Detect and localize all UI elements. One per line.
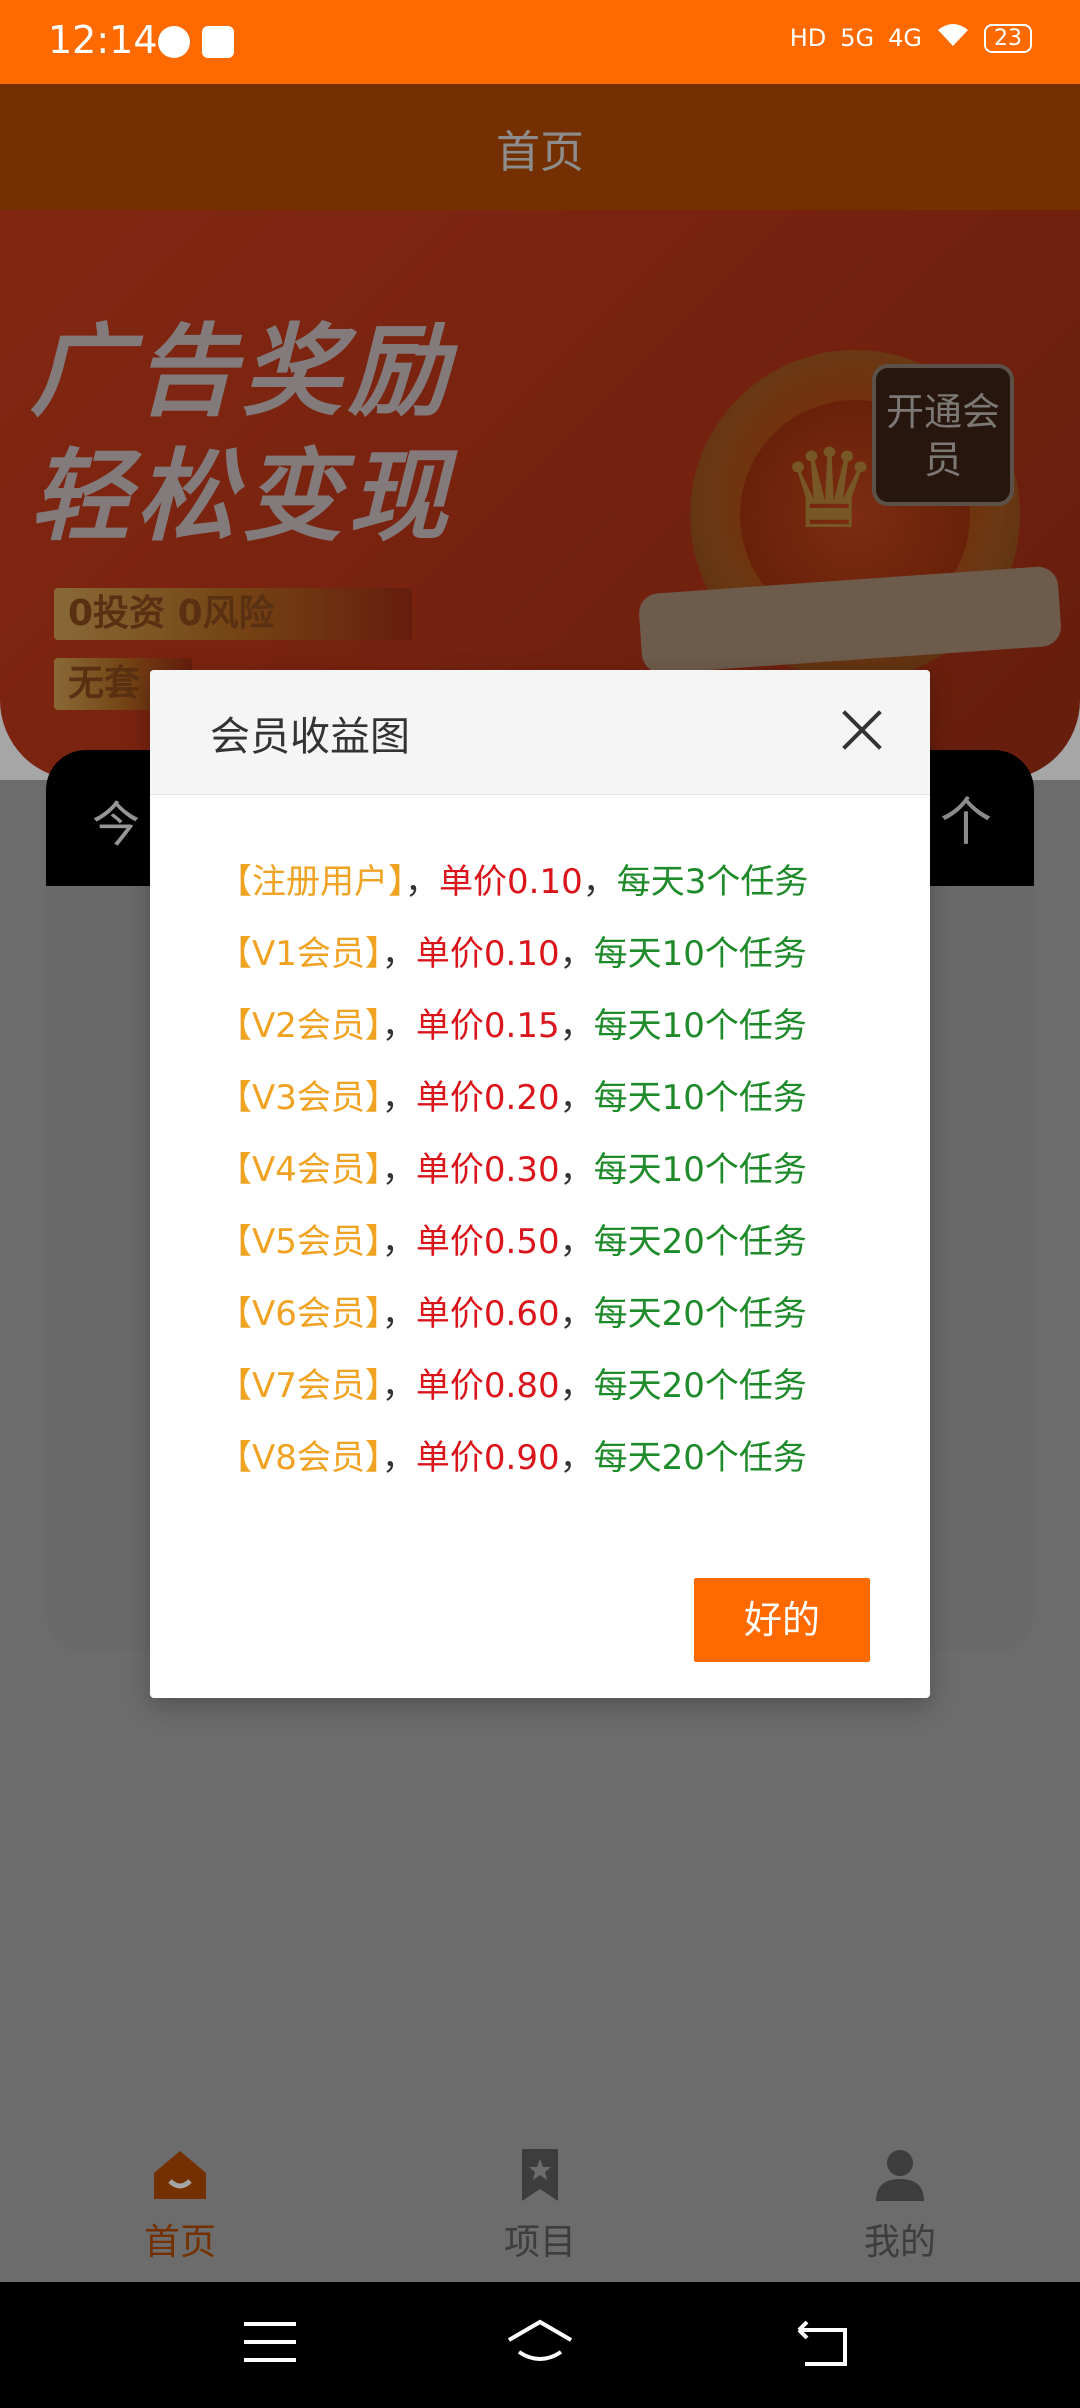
- system-nav-bar: [0, 2282, 1080, 2408]
- separator: ，: [381, 1294, 416, 1334]
- back-icon[interactable]: [795, 2320, 855, 2370]
- daily-tasks: 每天3个任务: [616, 862, 809, 902]
- status-bar: 12:14 HD 5G 4G 23: [0, 0, 1080, 84]
- separator: ，: [381, 1150, 416, 1190]
- unit-price: 单价0.20: [415, 1078, 560, 1118]
- battery-icon: 23: [984, 23, 1032, 53]
- separator: ，: [381, 1366, 416, 1406]
- daily-tasks: 每天10个任务: [593, 1078, 807, 1118]
- member-level: 【注册用户】: [218, 862, 405, 902]
- separator: ，: [381, 934, 416, 974]
- unit-price: 单价0.15: [415, 1006, 560, 1046]
- unit-price: 单价0.10: [415, 934, 560, 974]
- separator: ，: [559, 1294, 594, 1334]
- separator: ，: [381, 1006, 416, 1046]
- separator: ，: [559, 1150, 594, 1190]
- separator: ，: [381, 1438, 416, 1478]
- ok-button[interactable]: 好的: [694, 1578, 870, 1662]
- mail-icon: [202, 26, 234, 58]
- member-level: 【V1会员】: [218, 934, 382, 974]
- daily-tasks: 每天10个任务: [593, 1006, 807, 1046]
- separator: ，: [559, 934, 594, 974]
- member-level: 【V5会员】: [218, 1222, 382, 1262]
- status-time: 12:14: [48, 18, 158, 62]
- unit-price: 单价0.80: [415, 1366, 560, 1406]
- wifi-icon: [936, 22, 970, 54]
- hd-icon: HD: [789, 24, 827, 52]
- daily-tasks: 每天20个任务: [593, 1294, 807, 1334]
- member-level: 【V3会员】: [218, 1078, 382, 1118]
- unit-price: 单价0.60: [415, 1294, 560, 1334]
- unit-price: 单价0.90: [415, 1438, 560, 1478]
- member-level: 【V4会员】: [218, 1150, 382, 1190]
- daily-tasks: 每天10个任务: [593, 934, 807, 974]
- member-level: 【V2会员】: [218, 1006, 382, 1046]
- unit-price: 单价0.30: [415, 1150, 560, 1190]
- member-level: 【V7会员】: [218, 1366, 382, 1406]
- separator: ，: [559, 1438, 594, 1478]
- separator: ，: [559, 1078, 594, 1118]
- separator: ，: [381, 1078, 416, 1118]
- separator: ，: [559, 1366, 594, 1406]
- separator: ，: [405, 862, 439, 902]
- menu-icon[interactable]: [244, 2322, 296, 2366]
- earnings-row: 【V3会员】，单价0.20，每天10个任务: [218, 1072, 898, 1144]
- status-indicators: HD 5G 4G 23: [790, 22, 1032, 54]
- signal-5g-icon: 5G: [840, 24, 875, 52]
- earnings-list: 【注册用户】，单价0.10，每天3个任务 【V1会员】，单价0.10，每天10个…: [218, 856, 898, 1504]
- daily-tasks: 每天20个任务: [593, 1438, 807, 1478]
- earnings-row: 【V4会员】，单价0.30，每天10个任务: [218, 1144, 898, 1216]
- home-outline-icon[interactable]: [505, 2318, 575, 2368]
- member-level: 【V6会员】: [218, 1294, 382, 1334]
- earnings-row: 【V6会员】，单价0.60，每天20个任务: [218, 1288, 898, 1360]
- earnings-row: 【V2会员】，单价0.15，每天10个任务: [218, 1000, 898, 1072]
- membership-earnings-dialog: 会员收益图 【注册用户】，单价0.10，每天3个任务 【V1会员】，单价0.10…: [150, 670, 930, 1698]
- daily-tasks: 每天10个任务: [593, 1150, 807, 1190]
- separator: ，: [582, 862, 617, 902]
- separator: ，: [381, 1222, 416, 1262]
- unit-price: 单价0.50: [415, 1222, 560, 1262]
- earnings-row: 【V1会员】，单价0.10，每天10个任务: [218, 928, 898, 1000]
- earnings-row: 【V5会员】，单价0.50，每天20个任务: [218, 1216, 898, 1288]
- daily-tasks: 每天20个任务: [593, 1222, 807, 1262]
- separator: ，: [559, 1222, 594, 1262]
- dialog-title: 会员收益图: [210, 714, 410, 760]
- member-level: 【V8会员】: [218, 1438, 382, 1478]
- daily-tasks: 每天20个任务: [593, 1366, 807, 1406]
- earnings-row: 【V7会员】，单价0.80，每天20个任务: [218, 1360, 898, 1432]
- close-icon[interactable]: [832, 700, 892, 760]
- earnings-row: 【注册用户】，单价0.10，每天3个任务: [218, 856, 898, 928]
- separator: ，: [559, 1006, 594, 1046]
- signal-4g-icon: 4G: [888, 24, 922, 52]
- unit-price: 单价0.10: [439, 862, 583, 902]
- check-icon: [158, 26, 190, 58]
- dialog-header: 会员收益图: [150, 670, 930, 795]
- earnings-row: 【V8会员】，单价0.90，每天20个任务: [218, 1432, 898, 1504]
